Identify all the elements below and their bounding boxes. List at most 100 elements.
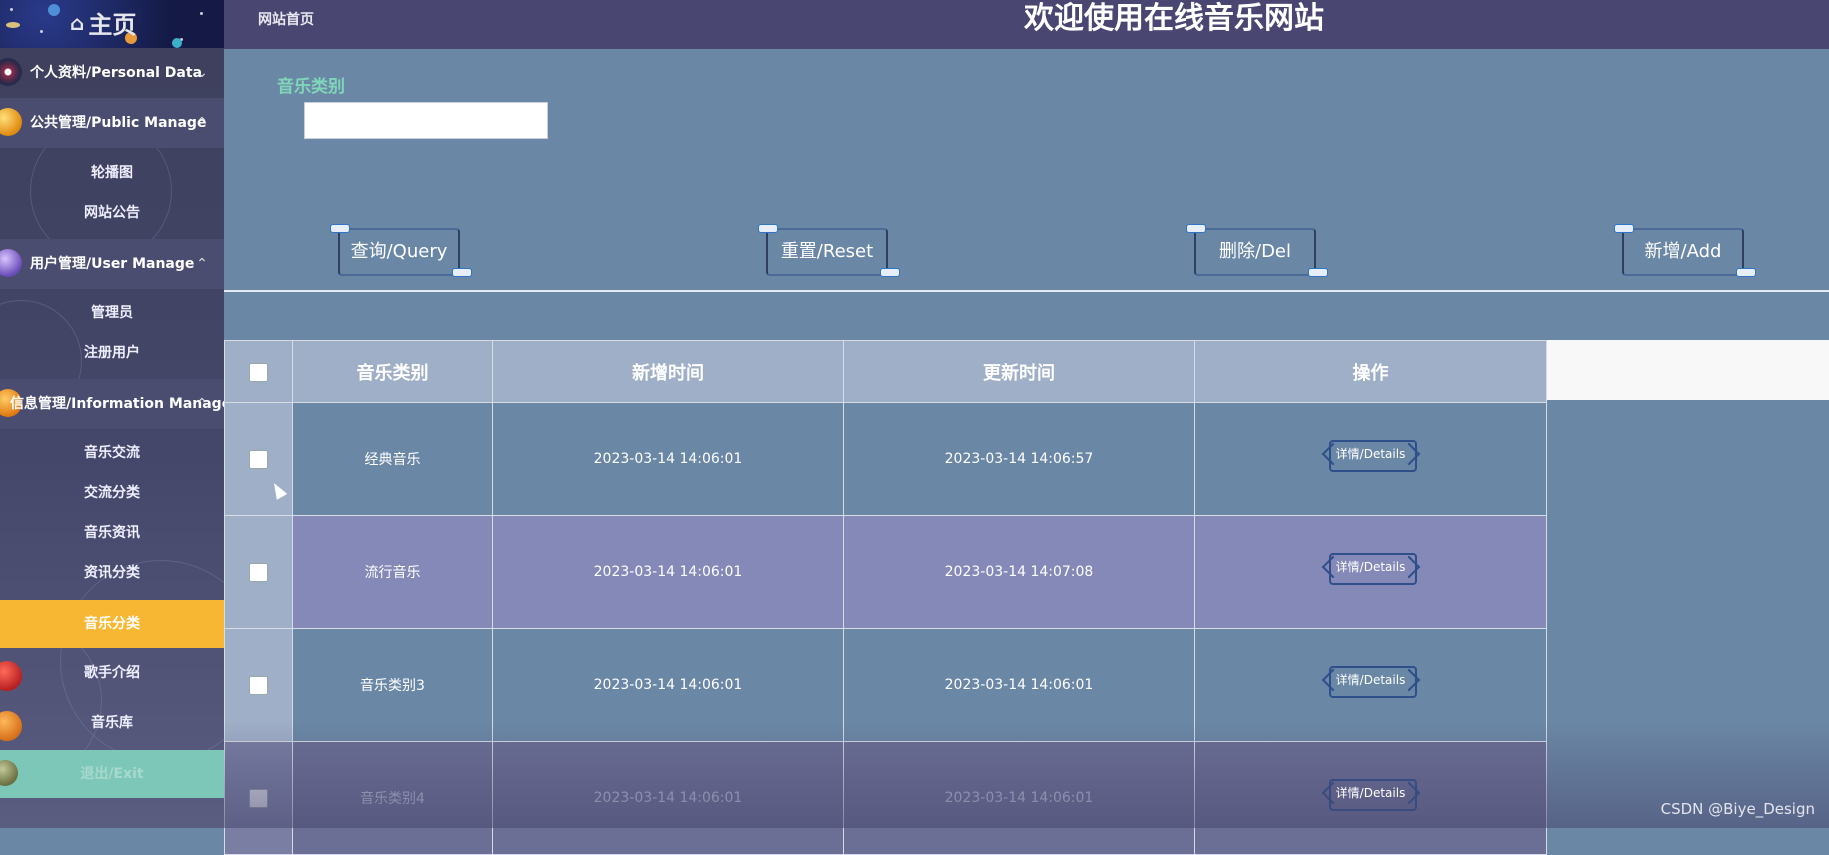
home-icon: ⌂: [70, 10, 85, 35]
planet-icon: [48, 4, 60, 16]
menu-group-personal-data[interactable]: 个人资料/Personal Data ⌄: [0, 48, 224, 98]
sidebar-item-exit[interactable]: 退出/Exit: [0, 750, 224, 798]
table-header-filler: [1546, 340, 1829, 400]
data-table: 音乐类别 新增时间 更新时间 操作 经典音乐 2023-03-14 14:06:…: [224, 340, 1547, 855]
actions-cell: 详情/Details: [1194, 628, 1547, 742]
watermark: CSDN @Biye_Design: [1660, 800, 1815, 818]
chevron-up-icon: ⌃: [196, 115, 208, 131]
add-button-label: 新增/Add: [1644, 241, 1722, 262]
planet-icon: [6, 22, 20, 28]
planet-icon: [0, 661, 22, 691]
created-cell: 2023-03-14 14:06:01: [492, 402, 844, 516]
sidebar-item-news-category[interactable]: 资讯分类: [0, 553, 224, 593]
details-button[interactable]: 详情/Details: [1321, 436, 1421, 472]
menu-group-public-manage[interactable]: 公共管理/Public Manage ⌃: [0, 98, 224, 148]
select-all-checkbox[interactable]: [249, 362, 268, 382]
details-label: 详情/Details: [1335, 447, 1406, 462]
column-header-created[interactable]: 新增时间: [492, 340, 844, 403]
rocket-icon: [330, 224, 350, 233]
row-checkbox[interactable]: [249, 562, 268, 582]
sidebar-item-label: 音乐库: [91, 715, 133, 731]
star-icon: [40, 30, 43, 33]
menu-group-label: 用户管理/User Manage: [30, 256, 195, 272]
details-label: 详情/Details: [1335, 786, 1406, 801]
rocket-icon: [1614, 224, 1634, 233]
sidebar-item-music-exchange[interactable]: 音乐交流: [0, 433, 224, 473]
row-checkbox[interactable]: [249, 675, 268, 695]
reset-button[interactable]: 重置/Reset: [758, 224, 900, 277]
column-header-updated[interactable]: 更新时间: [843, 340, 1195, 403]
table-row: 音乐类别3 2023-03-14 14:06:01 2023-03-14 14:…: [224, 628, 1547, 742]
sidebar-item-music-news[interactable]: 音乐资讯: [0, 513, 224, 553]
sidebar-item-label: 歌手介绍: [84, 665, 140, 681]
details-button[interactable]: 详情/Details: [1321, 662, 1421, 698]
row-checkbox[interactable]: [249, 788, 268, 808]
rocket-icon: [452, 268, 472, 277]
details-label: 详情/Details: [1335, 673, 1406, 688]
table-header-row: 音乐类别 新增时间 更新时间 操作: [224, 340, 1547, 403]
updated-cell: 2023-03-14 14:07:08: [843, 515, 1195, 629]
delete-button-label: 删除/Del: [1219, 241, 1291, 262]
planet-icon: [172, 38, 182, 48]
details-label: 详情/Details: [1335, 560, 1406, 575]
divider: [224, 290, 1829, 292]
delete-button[interactable]: 删除/Del: [1186, 224, 1328, 277]
created-cell: 2023-03-14 14:06:01: [492, 741, 844, 855]
query-button-label: 查询/Query: [350, 241, 448, 262]
category-cell: 音乐类别3: [292, 628, 493, 742]
rocket-icon: [1736, 268, 1756, 277]
menu-group-label: 个人资料/Personal Data: [30, 65, 203, 81]
rocket-icon: [1308, 268, 1328, 277]
details-button[interactable]: 详情/Details: [1321, 549, 1421, 585]
category-cell: 音乐类别4: [292, 741, 493, 855]
home-link[interactable]: ⌂ 主页: [70, 5, 136, 40]
category-cell: 流行音乐: [292, 515, 493, 629]
created-cell: 2023-03-14 14:06:01: [492, 628, 844, 742]
row-select-cell: [224, 515, 293, 629]
table-row: 音乐类别4 2023-03-14 14:06:01 2023-03-14 14:…: [224, 741, 1547, 855]
details-button[interactable]: 详情/Details: [1321, 775, 1421, 811]
menu-group-information-manage[interactable]: 信息管理/Information Manage ⌃: [0, 379, 224, 429]
sidebar-item-music-library[interactable]: 音乐库: [0, 703, 224, 743]
table-row: 经典音乐 2023-03-14 14:06:01 2023-03-14 14:0…: [224, 402, 1547, 516]
chevron-up-icon: ⌃: [196, 396, 208, 412]
sidebar-item-music-category[interactable]: 音乐分类: [0, 600, 224, 648]
planet-icon: [0, 711, 22, 741]
sidebar-item-admin[interactable]: 管理员: [0, 293, 224, 333]
filter-label: 音乐类别: [277, 77, 345, 97]
rocket-icon: [758, 224, 778, 233]
logo-label: 主页: [88, 11, 137, 39]
rocket-icon: [880, 268, 900, 277]
actions-cell: 详情/Details: [1194, 741, 1547, 855]
row-checkbox[interactable]: [249, 449, 268, 469]
music-category-search-input[interactable]: [304, 102, 548, 139]
category-cell: 经典音乐: [292, 402, 493, 516]
sidebar-item-singers[interactable]: 歌手介绍: [0, 653, 224, 693]
query-button[interactable]: 查询/Query: [330, 224, 472, 277]
planet-icon: [0, 760, 18, 786]
sidebar-item-exchange-category[interactable]: 交流分类: [0, 473, 224, 513]
breadcrumb-home[interactable]: 网站首页: [258, 9, 314, 29]
menu-group-label: 信息管理/Information Manage: [10, 396, 224, 412]
crystal-icon: [0, 249, 22, 277]
chevron-up-icon: ⌃: [196, 256, 208, 272]
add-button[interactable]: 新增/Add: [1614, 224, 1756, 277]
updated-cell: 2023-03-14 14:06:57: [843, 402, 1195, 516]
reset-button-label: 重置/Reset: [780, 241, 874, 262]
row-select-cell: [224, 741, 293, 855]
table-row: 流行音乐 2023-03-14 14:06:01 2023-03-14 14:0…: [224, 515, 1547, 629]
rocket-icon: [1186, 224, 1206, 233]
star-icon: [200, 12, 203, 15]
sidebar-item-registered-users[interactable]: 注册用户: [0, 333, 224, 373]
chevron-down-icon: ⌄: [196, 65, 208, 81]
sidebar-item-carousel[interactable]: 轮播图: [0, 153, 224, 193]
updated-cell: 2023-03-14 14:06:01: [843, 628, 1195, 742]
logo[interactable]: ⌂ 主页: [0, 0, 224, 48]
menu-group-user-manage[interactable]: 用户管理/User Manage ⌃: [0, 239, 224, 289]
actions-cell: 详情/Details: [1194, 515, 1547, 629]
menu-group-label: 公共管理/Public Manage: [30, 115, 207, 131]
sidebar-item-announcement[interactable]: 网站公告: [0, 193, 224, 233]
actions-cell: 详情/Details: [1194, 402, 1547, 516]
column-header-category[interactable]: 音乐类别: [292, 340, 493, 403]
row-select-cell: [224, 402, 293, 516]
